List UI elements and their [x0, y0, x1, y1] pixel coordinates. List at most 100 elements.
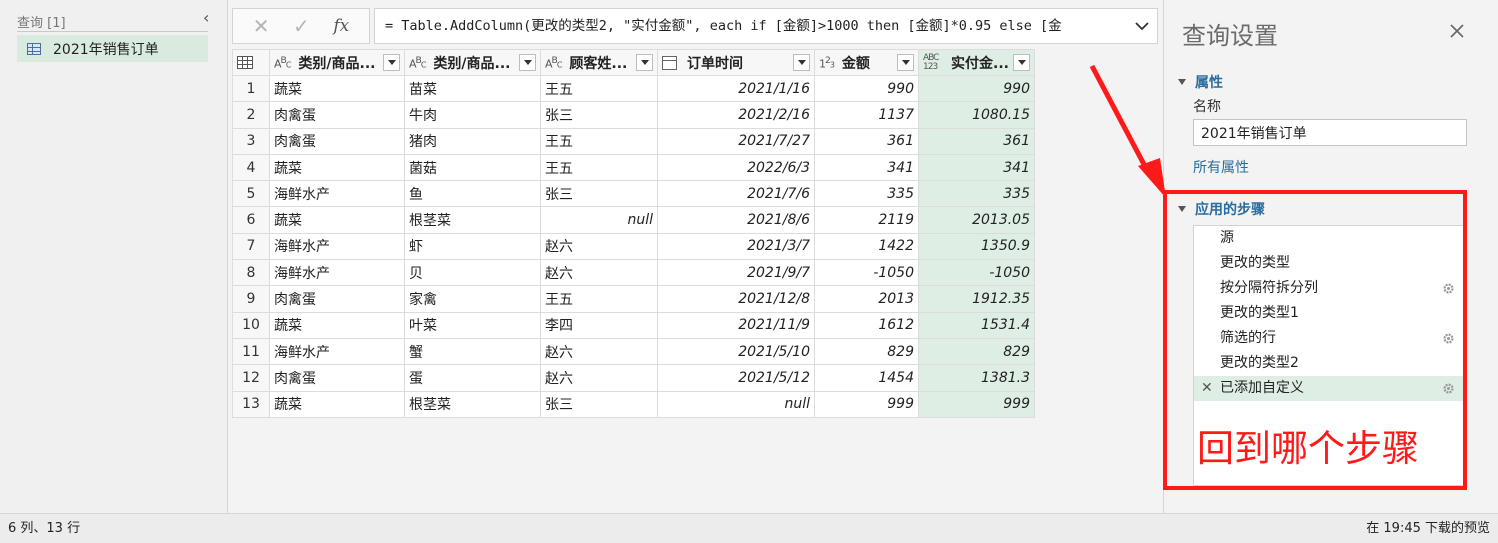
table-row[interactable]: 7 海鲜水产虾赵六 2021/3/7 1422 1350.9: [232, 232, 1035, 261]
filter-dropdown-icon[interactable]: [519, 54, 536, 71]
filter-dropdown-icon[interactable]: [897, 54, 914, 71]
table-cell[interactable]: 肉禽蛋: [269, 364, 405, 392]
column-header[interactable]: ABC 顾客姓...: [540, 49, 658, 76]
table-cell[interactable]: 李四: [540, 311, 658, 339]
table-cell[interactable]: 2021/5/12: [657, 364, 815, 392]
table-row[interactable]: 3 肉禽蛋 猪肉 王五 2021/7/27 361 361: [232, 127, 1035, 155]
table-cell[interactable]: 1612: [814, 311, 919, 339]
table-cell[interactable]: 蟹: [404, 337, 541, 366]
table-cell[interactable]: 999: [814, 390, 919, 418]
filter-dropdown-icon[interactable]: [1013, 54, 1030, 71]
column-header[interactable]: 订单时间: [657, 49, 815, 76]
table-cell[interactable]: 张三: [540, 390, 658, 418]
row-index-cell[interactable]: 7: [232, 232, 270, 261]
query-item-2021-sales-orders[interactable]: 2021年销售订单: [17, 35, 208, 62]
row-index-cell[interactable]: 2: [232, 101, 270, 129]
table-cell[interactable]: 2021/7/6: [657, 180, 815, 208]
table-cell[interactable]: 1531.4: [918, 311, 1035, 339]
table-row[interactable]: 4 蔬菜 菌菇 王五 2022/6/3 341 341: [232, 153, 1035, 182]
table-cell[interactable]: 2119: [814, 206, 919, 234]
row-index-cell[interactable]: 4: [232, 153, 270, 182]
table-cell[interactable]: 2021/11/9: [657, 311, 815, 339]
table-cell[interactable]: 335: [918, 180, 1035, 208]
cancel-formula-icon[interactable]: ✕: [253, 16, 270, 36]
row-index-cell[interactable]: 6: [232, 206, 270, 234]
table-cell[interactable]: 赵六: [540, 337, 658, 366]
text-type-icon[interactable]: ABC: [545, 55, 562, 71]
query-name-input[interactable]: [1193, 119, 1467, 146]
table-cell[interactable]: 牛肉: [404, 101, 541, 129]
table-row[interactable]: 11 海鲜水产蟹赵六 2021/5/10 829 829: [232, 337, 1035, 366]
fx-icon[interactable]: fx: [333, 16, 349, 36]
table-cell[interactable]: 家禽: [404, 285, 541, 313]
table-row[interactable]: 10 蔬菜 叶菜 李四 2021/11/9 1612 1531.4: [232, 311, 1035, 339]
text-type-icon[interactable]: ABC: [409, 55, 426, 71]
table-cell[interactable]: 蔬菜: [269, 311, 405, 339]
any-type-icon[interactable]: ABC 123: [923, 53, 943, 72]
row-index-cell[interactable]: 11: [232, 337, 270, 366]
table-cell[interactable]: 海鲜水产: [269, 259, 405, 287]
properties-section-header[interactable]: 属性: [1178, 72, 1223, 92]
table-cell[interactable]: 海鲜水产: [269, 337, 405, 366]
table-cell[interactable]: 1422: [814, 232, 919, 261]
table-menu-cell[interactable]: [232, 49, 270, 76]
row-index-cell[interactable]: 12: [232, 364, 270, 392]
close-icon[interactable]: [1446, 20, 1468, 42]
table-cell[interactable]: 赵六: [540, 364, 658, 392]
table-cell[interactable]: 361: [814, 127, 919, 155]
filter-dropdown-icon[interactable]: [636, 54, 653, 71]
column-header[interactable]: 123 金额: [814, 49, 919, 76]
table-cell[interactable]: 1080.15: [918, 101, 1035, 129]
table-cell[interactable]: 2013: [814, 285, 919, 313]
table-cell[interactable]: 335: [814, 180, 919, 208]
table-cell[interactable]: 菌菇: [404, 153, 541, 182]
column-header[interactable]: ABC 类别/商品...: [269, 49, 405, 76]
row-index-cell[interactable]: 10: [232, 311, 270, 339]
row-index-cell[interactable]: 8: [232, 259, 270, 287]
table-cell[interactable]: -1050: [918, 259, 1035, 287]
collapse-pane-icon[interactable]: ‹: [203, 10, 217, 26]
table-cell[interactable]: 王五: [540, 74, 658, 103]
text-type-icon[interactable]: ABC: [274, 55, 291, 71]
table-cell[interactable]: 猪肉: [404, 127, 541, 155]
table-cell[interactable]: 根茎菜: [404, 390, 541, 418]
table-cell[interactable]: 王五: [540, 285, 658, 313]
table-row[interactable]: 9 肉禽蛋 家禽 王五 2021/12/8 2013 1912.35: [232, 285, 1035, 313]
table-cell[interactable]: null: [657, 390, 815, 418]
table-row[interactable]: 12 肉禽蛋蛋赵六 2021/5/12 1454 1381.3: [232, 364, 1035, 392]
column-header[interactable]: ABC 类别/商品...: [404, 49, 541, 76]
table-cell[interactable]: 2022/6/3: [657, 153, 815, 182]
table-cell[interactable]: 蔬菜: [269, 390, 405, 418]
table-menu-icon[interactable]: [237, 56, 253, 69]
table-cell[interactable]: 肉禽蛋: [269, 127, 405, 155]
filter-dropdown-icon[interactable]: [383, 54, 400, 71]
table-cell[interactable]: 王五: [540, 127, 658, 155]
table-cell[interactable]: 2021/3/7: [657, 232, 815, 261]
table-cell[interactable]: 2013.05: [918, 206, 1035, 234]
table-cell[interactable]: 341: [814, 153, 919, 182]
confirm-formula-icon[interactable]: ✓: [293, 16, 310, 36]
table-cell[interactable]: 赵六: [540, 259, 658, 287]
table-cell[interactable]: 赵六: [540, 232, 658, 261]
table-cell[interactable]: 鱼: [404, 180, 541, 208]
table-cell[interactable]: 2021/2/16: [657, 101, 815, 129]
table-cell[interactable]: 361: [918, 127, 1035, 155]
table-cell[interactable]: 肉禽蛋: [269, 285, 405, 313]
calendar-icon[interactable]: [662, 55, 677, 70]
table-cell[interactable]: 829: [814, 337, 919, 366]
row-index-cell[interactable]: 1: [232, 74, 270, 103]
table-row[interactable]: 13 蔬菜 根茎菜 张三 null 999 999: [232, 390, 1035, 418]
table-cell[interactable]: 990: [918, 74, 1035, 103]
chevron-down-icon[interactable]: [1134, 18, 1150, 34]
table-cell[interactable]: 蔬菜: [269, 206, 405, 234]
table-cell[interactable]: 1137: [814, 101, 919, 129]
table-cell[interactable]: 根茎菜: [404, 206, 541, 234]
table-cell[interactable]: 2021/12/8: [657, 285, 815, 313]
table-cell[interactable]: 990: [814, 74, 919, 103]
row-index-cell[interactable]: 13: [232, 390, 270, 418]
all-properties-link[interactable]: 所有属性: [1193, 157, 1249, 177]
table-cell[interactable]: 999: [918, 390, 1035, 418]
formula-input[interactable]: = Table.AddColumn(更改的类型2, "实付金额", each i…: [374, 8, 1158, 44]
table-cell[interactable]: 海鲜水产: [269, 232, 405, 261]
table-cell[interactable]: 1350.9: [918, 232, 1035, 261]
